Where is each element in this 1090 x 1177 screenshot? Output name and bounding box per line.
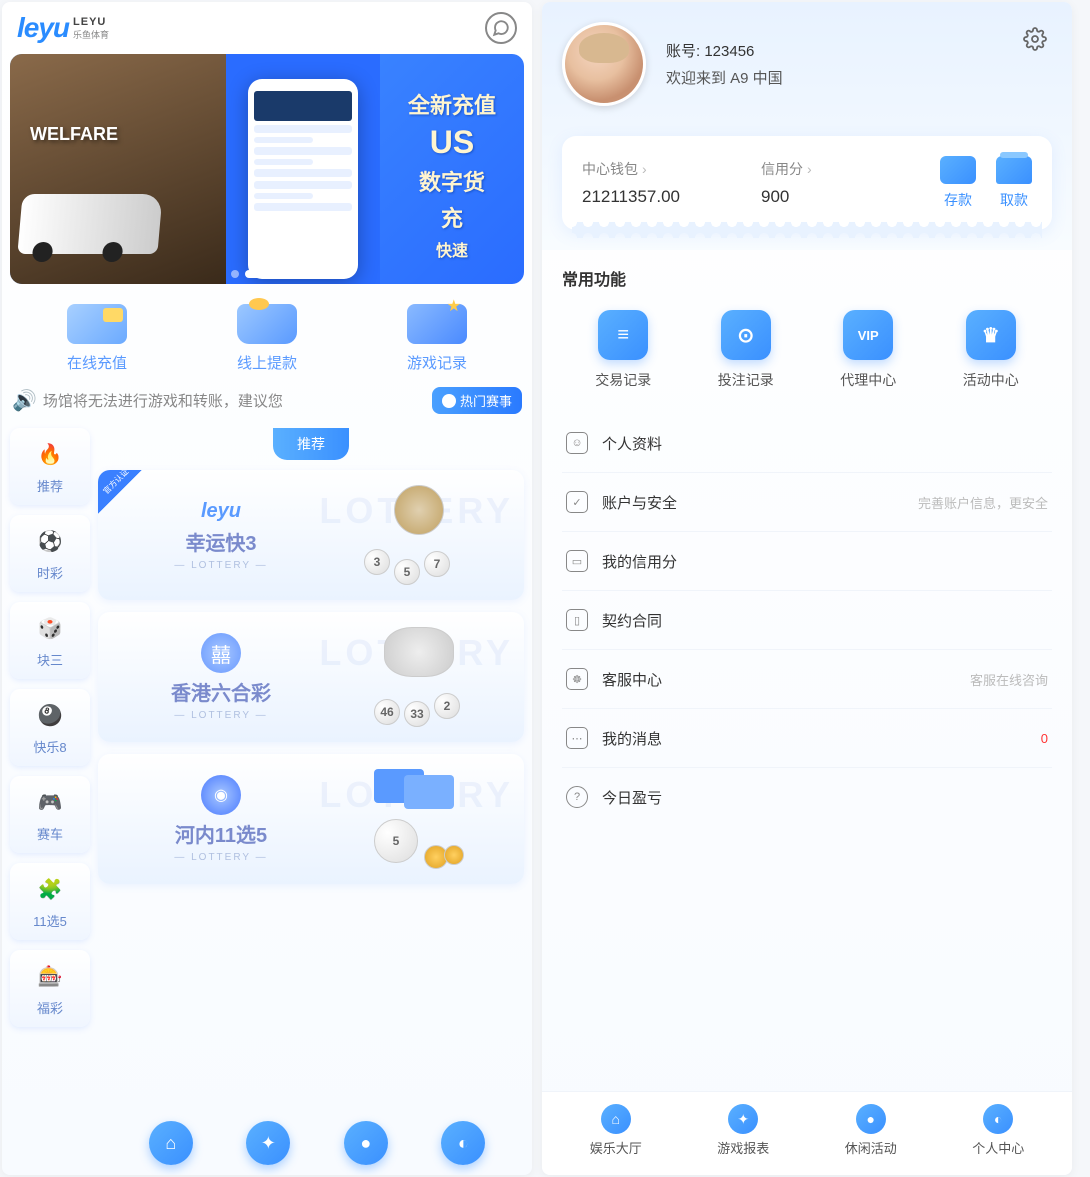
func-activity[interactable]: ♛活动中心 <box>963 310 1019 390</box>
game-area: 🔥推荐 ⚽时彩 🎲块三 🎱快乐8 🎮赛车 🧩11选5 🎰福彩 推荐 官方认证 L… <box>2 418 532 1175</box>
home-icon: ⌂ <box>601 1104 631 1134</box>
profile-header: 账号: 123456 欢迎来到 A9 中国 中心钱包 21211357.00 信… <box>542 2 1072 250</box>
left-panel: leyu LEYU 乐鱼体育 全新充值 US 数字货 充 快速 <box>2 2 532 1175</box>
game-card-hk6[interactable]: LOTTERY 囍 香港六合彩 — LOTTERY — 46 33 2 <box>98 612 524 742</box>
wallet-credit[interactable]: 信用分 900 <box>761 159 940 207</box>
nav-me[interactable]: ◐个人中心 <box>972 1104 1024 1157</box>
func-agent[interactable]: VIP代理中心 <box>840 310 896 390</box>
menu-support[interactable]: ☸客服中心客服在线咨询 <box>562 650 1052 709</box>
message-icon: ⋯ <box>566 727 588 749</box>
right-panel: 账号: 123456 欢迎来到 A9 中国 中心钱包 21211357.00 信… <box>542 2 1072 1175</box>
marquee-text: 场馆将无法进行游戏和转账，建议您 <box>43 390 426 411</box>
banner-carousel[interactable]: 全新充值 US 数字货 充 快速 <box>10 54 524 284</box>
deposit-button[interactable]: 存款 <box>940 156 976 210</box>
sidebar-item-recommend[interactable]: 🔥推荐 <box>10 428 90 505</box>
account-label: 账号: 123456 <box>666 40 783 61</box>
menu-list: ☺个人资料 ✓账户与安全完善账户信息，更安全 ▭我的信用分 ▯契约合同 ☸客服中… <box>542 414 1072 826</box>
qa-recharge[interactable]: 在线充值 <box>67 304 127 373</box>
nav-lobby[interactable]: ⌂娱乐大厅 <box>590 1104 642 1157</box>
question-icon: ? <box>566 786 588 808</box>
records-icon <box>407 304 467 344</box>
bnl-chat[interactable]: ◐ <box>441 1121 485 1165</box>
deposit-icon <box>940 156 976 184</box>
func-bet-records[interactable]: ⊙投注记录 <box>718 310 774 390</box>
quick-actions: 在线充值 线上提款 游戏记录 <box>2 284 532 383</box>
pin-icon: ● <box>856 1104 886 1134</box>
card-icon: ▭ <box>566 550 588 572</box>
star-icon: ✦ <box>728 1104 758 1134</box>
qa-withdraw[interactable]: 线上提款 <box>237 304 297 373</box>
sidebar-item-fucai[interactable]: 🎰福彩 <box>10 950 90 1027</box>
withdraw-button[interactable]: 取款 <box>996 156 1032 210</box>
withdraw-icon <box>996 156 1032 184</box>
left-header: leyu LEYU 乐鱼体育 <box>2 2 532 54</box>
logo-main: leyu <box>17 12 69 44</box>
category-sidebar: 🔥推荐 ⚽时彩 🎲块三 🎱快乐8 🎮赛车 🧩11选5 🎰福彩 <box>10 428 90 1165</box>
settings-icon[interactable] <box>1023 27 1047 57</box>
profile-row: 账号: 123456 欢迎来到 A9 中国 <box>562 22 1052 106</box>
bnl-gift[interactable]: ✦ <box>246 1121 290 1165</box>
menu-credit[interactable]: ▭我的信用分 <box>562 532 1052 591</box>
message-icon[interactable] <box>485 12 517 44</box>
game-list: 推荐 官方认证 LOTTERY leyu 幸运快3 — LOTTERY — 3 … <box>98 428 524 1165</box>
bottom-nav-left: ⌂ ✦ ● ◐ <box>122 1121 512 1165</box>
speaker-icon: 🔊 <box>12 388 37 413</box>
phone-icon: ▯ <box>566 609 588 631</box>
func-transaction[interactable]: ≡交易记录 <box>595 310 651 390</box>
hot-events-badge[interactable]: 热门赛事 <box>432 387 522 414</box>
bnl-home[interactable]: ⌂ <box>149 1121 193 1165</box>
bnl-loc[interactable]: ● <box>344 1121 388 1165</box>
sidebar-item-kuaisan[interactable]: 🎲块三 <box>10 602 90 679</box>
sidebar-item-kuaile8[interactable]: 🎱快乐8 <box>10 689 90 766</box>
menu-contract[interactable]: ▯契约合同 <box>562 591 1052 650</box>
nav-leisure[interactable]: ●休闲活动 <box>845 1104 897 1157</box>
marquee: 🔊 场馆将无法进行游戏和转账，建议您 热门赛事 <box>2 383 532 418</box>
withdraw-icon <box>237 304 297 344</box>
avatar[interactable] <box>562 22 646 106</box>
wallet-center[interactable]: 中心钱包 21211357.00 <box>582 159 761 207</box>
bottom-nav: ⌂娱乐大厅 ✦游戏报表 ●休闲活动 ◐个人中心 <box>542 1091 1072 1175</box>
menu-messages[interactable]: ⋯我的消息0 <box>562 709 1052 768</box>
menu-profit[interactable]: ?今日盈亏 <box>562 768 1052 826</box>
shield-icon: ✓ <box>566 491 588 513</box>
sidebar-item-racing[interactable]: 🎮赛车 <box>10 776 90 853</box>
menu-profile[interactable]: ☺个人资料 <box>562 414 1052 473</box>
carousel-dots[interactable] <box>231 270 303 278</box>
menu-security[interactable]: ✓账户与安全完善账户信息，更安全 <box>562 473 1052 532</box>
banner-text: 全新充值 US 数字货 充 快速 <box>380 54 524 284</box>
wallet-card: 中心钱包 21211357.00 信用分 900 存款 取款 <box>562 136 1052 230</box>
logo[interactable]: leyu LEYU 乐鱼体育 <box>17 12 109 44</box>
sidebar-item-11x5[interactable]: 🧩11选5 <box>10 863 90 940</box>
function-grid: ≡交易记录 ⊙投注记录 VIP代理中心 ♛活动中心 <box>542 300 1072 414</box>
common-functions-title: 常用功能 <box>542 250 1072 300</box>
nav-reports[interactable]: ✦游戏报表 <box>717 1104 769 1157</box>
sidebar-item-shicai[interactable]: ⚽时彩 <box>10 515 90 592</box>
qa-records[interactable]: 游戏记录 <box>407 304 467 373</box>
recommend-tag: 推荐 <box>273 428 349 460</box>
user-icon: ◐ <box>983 1104 1013 1134</box>
welcome-text: 欢迎来到 A9 中国 <box>666 67 783 88</box>
game-card-lucky3[interactable]: 官方认证 LOTTERY leyu 幸运快3 — LOTTERY — 3 5 7 <box>98 470 524 600</box>
profile-icon: ☺ <box>566 432 588 454</box>
headset-icon: ☸ <box>566 668 588 690</box>
wallet-icon <box>67 304 127 344</box>
game-card-hanoi[interactable]: LOTTERY ◉ 河内11选5 — LOTTERY — 5 <box>98 754 524 884</box>
